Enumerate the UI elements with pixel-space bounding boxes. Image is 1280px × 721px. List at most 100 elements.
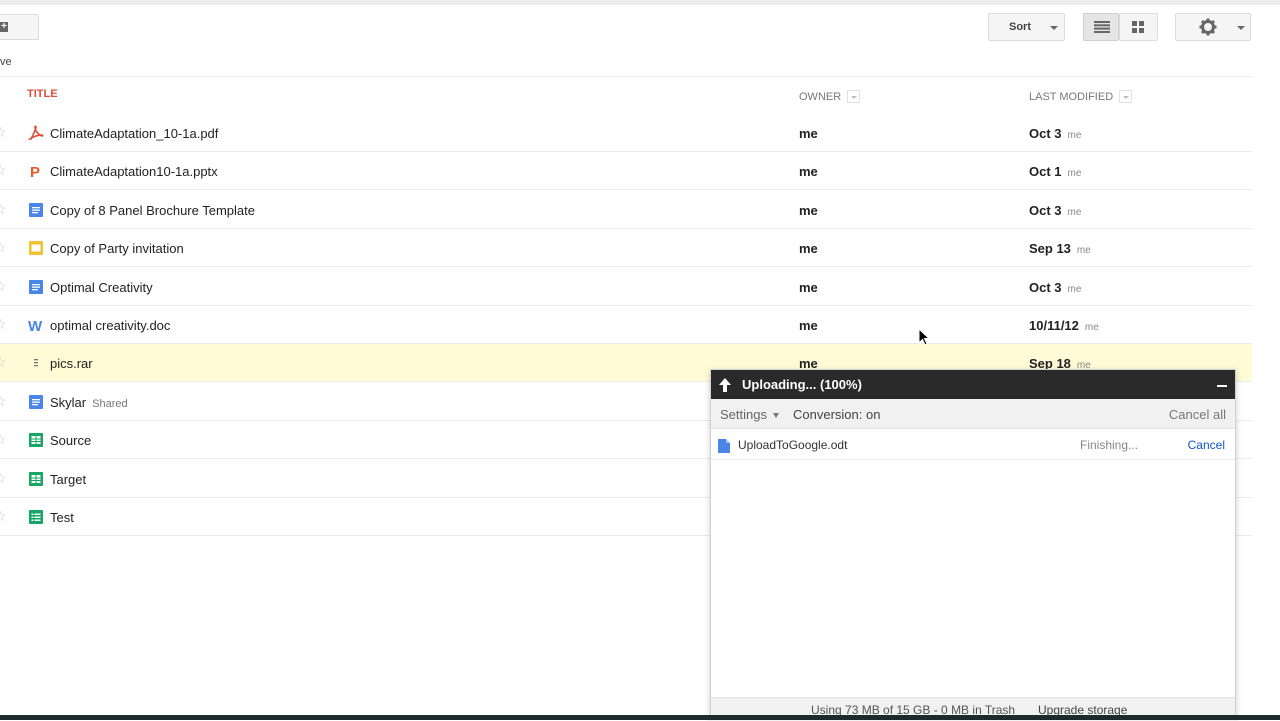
file-row[interactable]: ☆ Woptimal creativity.doc me 10/11/12 me	[0, 306, 1252, 344]
modified-date: 10/11/12	[1029, 318, 1079, 333]
divider	[0, 76, 1252, 77]
star-icon[interactable]: ☆	[0, 432, 7, 446]
modified-date: Oct 3	[1029, 126, 1062, 141]
file-name[interactable]: Copy of Party invitation	[50, 241, 184, 256]
star-icon[interactable]: ☆	[0, 163, 7, 177]
new-button[interactable]: +	[0, 14, 39, 40]
star-icon[interactable]: ☆	[0, 240, 7, 254]
settings-button[interactable]	[1175, 13, 1251, 41]
upload-item: UploadToGoogle.odt Finishing... Cancel	[711, 429, 1235, 460]
file-modified: Oct 3 me	[1029, 126, 1081, 141]
file-name[interactable]: Target	[50, 472, 86, 487]
file-owner: me	[799, 164, 818, 180]
file-row[interactable]: ☆ Copy of 8 Panel Brochure Template me Oct …	[0, 191, 1252, 229]
cancel-all-button[interactable]: Cancel all	[1169, 407, 1226, 422]
column-last-modified-label: LAST MODIFIED	[1029, 91, 1114, 103]
file-name-text: pics.rar	[50, 356, 93, 372]
document-icon	[28, 394, 44, 410]
gear-icon	[1199, 18, 1217, 36]
file-name[interactable]: Source	[50, 433, 91, 448]
modified-date: Oct 1	[1029, 164, 1062, 180]
file-row[interactable]: ☆ P ClimateAdaptation10-1a.pptx me Oct 1 me	[0, 152, 1252, 191]
svg-text:W: W	[28, 318, 43, 333]
upload-header[interactable]: Uploading... (100%)	[711, 370, 1235, 399]
sort-label: Sort	[1009, 21, 1031, 33]
upload-settings-menu[interactable]: Settings	[720, 407, 779, 422]
presentation-icon	[28, 240, 44, 256]
sort-arrow-icon[interactable]	[1119, 90, 1133, 103]
upload-toolbar: Settings Conversion: on Cancel all	[711, 399, 1235, 429]
modified-date: Sep 13	[1029, 241, 1071, 257]
column-owner-label: OWNER	[799, 91, 842, 103]
file-name[interactable]: Copy of 8 Panel Brochure Template	[50, 203, 255, 218]
mouse-cursor-icon	[918, 328, 930, 346]
modified-by: me	[1067, 130, 1082, 141]
sort-button[interactable]: Sort	[988, 13, 1065, 41]
file-row[interactable]: ☆ ClimateAdaptation_10-1a.pdf me Oct 3 me	[0, 114, 1252, 152]
modified-by: me	[1067, 283, 1082, 295]
top-bar	[0, 0, 1280, 5]
modified-by: me	[1067, 168, 1082, 180]
column-owner[interactable]: OWNER	[799, 90, 861, 103]
file-modified: 10/11/12 me	[1029, 318, 1099, 333]
star-icon[interactable]: ☆	[0, 279, 7, 293]
minimize-icon[interactable]	[1217, 385, 1227, 387]
sort-arrow-icon[interactable]	[847, 90, 861, 103]
file-name-text: Test	[50, 510, 74, 525]
spreadsheet-icon	[28, 471, 44, 487]
file-name-text: Source	[50, 433, 92, 449]
file-row[interactable]: ☆ Optimal Creativity me Oct 3 me	[0, 268, 1252, 306]
triangle-down-icon	[772, 413, 779, 418]
grid-view-button[interactable]	[1119, 13, 1158, 41]
document-icon	[718, 439, 730, 453]
file-owner: me	[799, 279, 818, 295]
file-name[interactable]: Test	[50, 510, 74, 525]
column-last-modified[interactable]: LAST MODIFIED	[1029, 90, 1133, 103]
modified-date: Oct 3	[1029, 279, 1062, 295]
spreadsheet-icon	[28, 432, 44, 448]
list-view-button[interactable]	[1083, 13, 1119, 41]
file-name[interactable]: pics.rar	[50, 356, 93, 371]
star-icon[interactable]: ☆	[0, 125, 7, 139]
file-modified: Oct 3 me	[1029, 280, 1081, 295]
upload-panel: Uploading... (100%) Settings Conversion:…	[710, 369, 1236, 721]
powerpoint-icon: P	[28, 163, 44, 181]
list-view-icon	[1094, 21, 1110, 33]
file-name-text: ClimateAdaptation_10-1a.pdf	[50, 126, 219, 141]
star-icon[interactable]: ☆	[0, 202, 7, 216]
file-owner: me	[799, 126, 818, 141]
file-name[interactable]: Optimal Creativity	[50, 280, 153, 295]
upload-status: Finishing...	[1080, 438, 1139, 452]
file-name[interactable]: ClimateAdaptation_10-1a.pdf	[50, 126, 218, 141]
chevron-down-icon	[1237, 26, 1245, 30]
file-modified: Oct 3 me	[1029, 203, 1081, 218]
file-name[interactable]: Skylar Shared	[50, 395, 128, 410]
file-owner: me	[799, 202, 818, 218]
star-icon[interactable]: ☆	[0, 509, 7, 523]
chevron-down-icon	[1050, 26, 1058, 30]
bottom-bar	[0, 715, 1280, 720]
file-row[interactable]: ☆ Copy of Party invitation me Sep 13 me	[0, 229, 1252, 268]
file-name[interactable]: ClimateAdaptation10-1a.pptx	[50, 164, 218, 179]
archive-icon	[28, 355, 44, 371]
file-owner: me	[799, 318, 818, 333]
star-icon[interactable]: ☆	[0, 317, 7, 331]
document-icon	[28, 202, 44, 218]
file-name-text: Target	[50, 471, 87, 487]
word-icon: W	[28, 317, 44, 335]
file-name-text: ClimateAdaptation10-1a.pptx	[50, 164, 218, 180]
plus-icon: +	[0, 21, 8, 32]
file-owner: me	[799, 241, 818, 257]
cancel-upload-link[interactable]: Cancel	[1188, 438, 1225, 452]
column-title[interactable]: TITLE	[27, 88, 58, 100]
upload-arrow-icon	[719, 378, 731, 392]
breadcrumb[interactable]: ve	[0, 56, 12, 68]
file-name[interactable]: optimal creativity.doc	[50, 318, 170, 333]
file-name-text: Copy of Party invitation	[50, 241, 184, 257]
star-icon[interactable]: ☆	[0, 471, 7, 485]
shared-tag: Shared	[92, 397, 128, 410]
star-icon[interactable]: ☆	[0, 394, 7, 408]
document-icon	[28, 279, 44, 295]
star-icon[interactable]: ☆	[0, 355, 7, 369]
file-modified: Oct 1 me	[1029, 164, 1081, 179]
